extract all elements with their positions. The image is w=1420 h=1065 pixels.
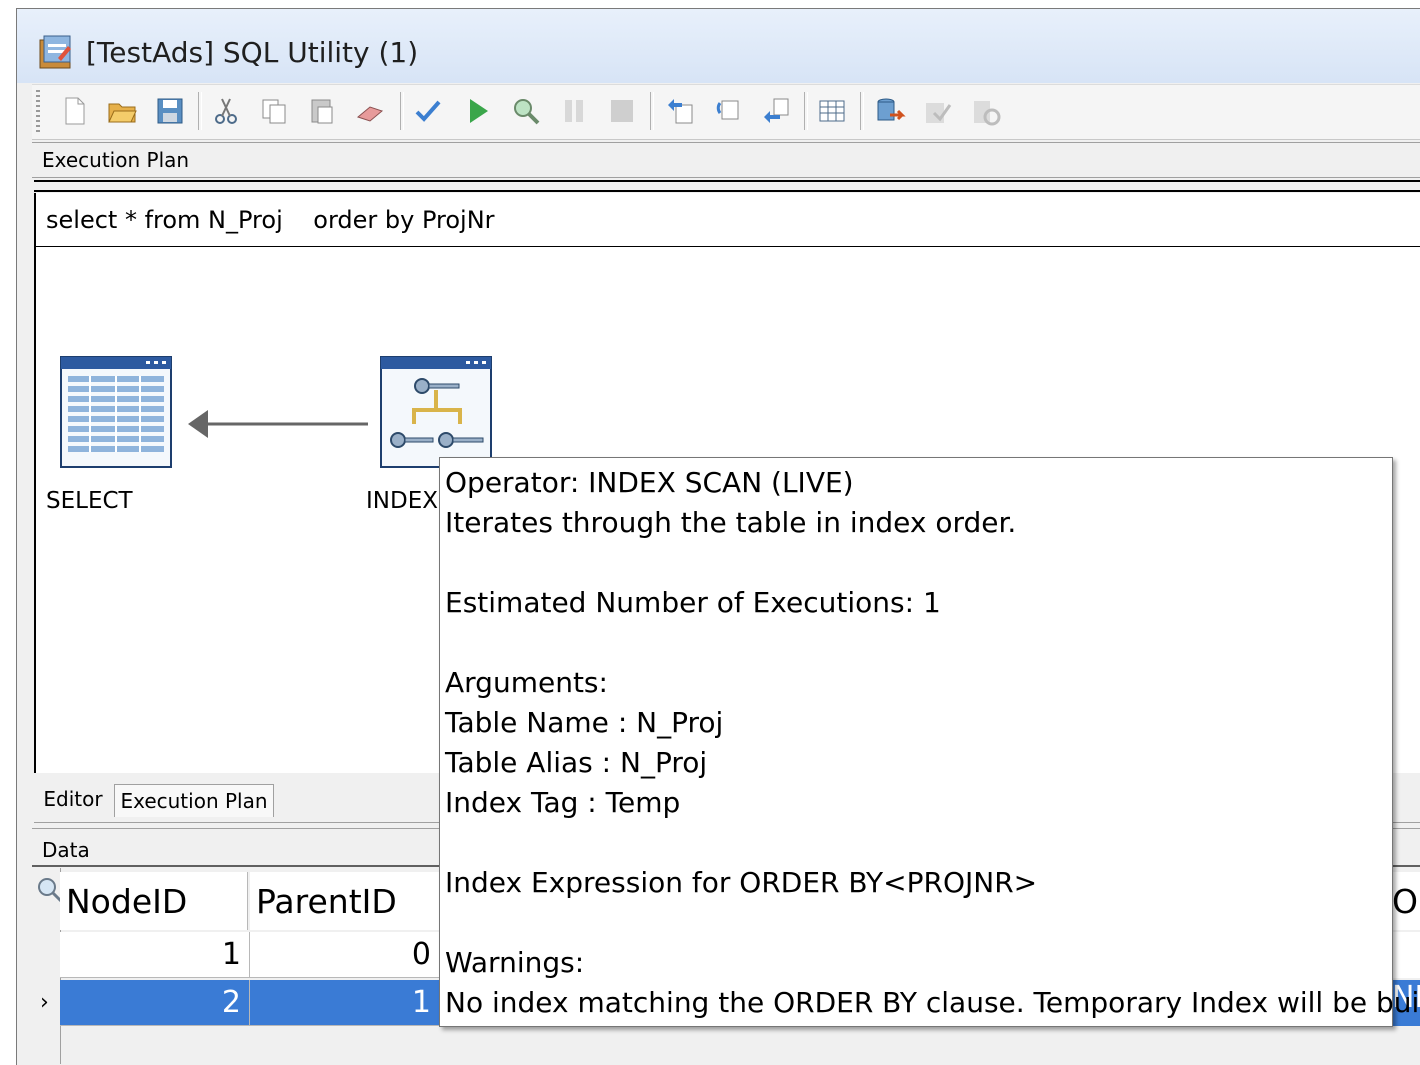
app-icon bbox=[38, 32, 74, 70]
desktop-edge bbox=[0, 0, 16, 1064]
cut-icon[interactable] bbox=[208, 93, 244, 129]
tooltip-executions: Estimated Number of Executions: 1 bbox=[445, 586, 941, 619]
explain-plan-icon[interactable] bbox=[508, 93, 544, 129]
paste-icon[interactable] bbox=[304, 93, 340, 129]
verify-check-icon[interactable] bbox=[410, 93, 446, 129]
tooltip-operator: Operator: INDEX SCAN (LIVE) bbox=[445, 466, 854, 499]
plan-panel-header bbox=[32, 142, 1420, 178]
tooltip-warning-text: No index matching the ORDER BY clause. T… bbox=[445, 986, 1420, 1019]
data-panel-title: Data bbox=[42, 838, 90, 862]
tooltip-table-alias: Table Alias : N_Proj bbox=[445, 746, 708, 779]
tab-editor[interactable]: Editor bbox=[36, 782, 110, 816]
plan-flow-arrow bbox=[188, 410, 368, 438]
toolbar-separator bbox=[198, 92, 202, 130]
eraser-icon[interactable] bbox=[352, 93, 388, 129]
select-node-icon[interactable] bbox=[60, 356, 172, 468]
divider bbox=[34, 180, 1420, 182]
pause-icon[interactable] bbox=[556, 93, 592, 129]
column-header-nodeid[interactable]: NodeID bbox=[60, 872, 248, 930]
copy-icon[interactable] bbox=[256, 93, 292, 129]
save-icon[interactable] bbox=[152, 93, 188, 129]
tooltip-index-expression: Index Expression for ORDER BY<PROJNR> bbox=[445, 866, 1038, 899]
table-cell-selected[interactable]: 1 bbox=[250, 980, 440, 1026]
export-table-icon[interactable] bbox=[872, 93, 908, 129]
column-header-op[interactable]: Op bbox=[1392, 872, 1420, 930]
tab-execution-plan[interactable]: Execution Plan bbox=[114, 784, 274, 817]
current-row-indicator: › bbox=[40, 990, 49, 1015]
stop-icon[interactable] bbox=[604, 93, 640, 129]
tooltip-table-name: Table Name : N_Proj bbox=[445, 706, 724, 739]
toolbar-separator bbox=[860, 92, 864, 130]
tooltip-warnings-heading: Warnings: bbox=[445, 946, 585, 979]
grid-options-icon[interactable] bbox=[814, 93, 850, 129]
sql-statement: select * from N_Proj order by ProjNr bbox=[46, 206, 495, 234]
run-icon[interactable] bbox=[460, 93, 496, 129]
select-node-label: SELECT bbox=[46, 488, 133, 514]
divider bbox=[34, 190, 1420, 192]
new-file-icon[interactable] bbox=[56, 93, 92, 129]
tooltip-index-tag: Index Tag : Temp bbox=[445, 786, 681, 819]
plan-panel-title: Execution Plan bbox=[42, 148, 190, 172]
undo-icon[interactable] bbox=[662, 93, 698, 129]
tooltip-description: Iterates through the table in index orde… bbox=[445, 506, 1017, 539]
tooltip-arguments-heading: Arguments: bbox=[445, 666, 608, 699]
window-title: [TestAds] SQL Utility (1) bbox=[86, 36, 419, 69]
toolbar-separator bbox=[400, 92, 404, 130]
toolbar-grip[interactable] bbox=[36, 90, 40, 132]
column-header-parentid[interactable]: ParentID bbox=[250, 872, 440, 930]
index-node-label: INDEX bbox=[366, 488, 438, 514]
redo-icon[interactable] bbox=[710, 93, 746, 129]
commit-icon[interactable] bbox=[920, 93, 956, 129]
table-cell[interactable]: 0 bbox=[250, 932, 440, 978]
table-cell-selected[interactable]: 2 bbox=[60, 980, 250, 1026]
index-scan-node-icon[interactable] bbox=[380, 356, 492, 468]
operator-tooltip bbox=[439, 457, 1393, 1027]
open-folder-icon[interactable] bbox=[104, 93, 140, 129]
divider bbox=[36, 246, 1420, 247]
transaction-icon[interactable] bbox=[758, 93, 794, 129]
toolbar-separator bbox=[650, 92, 654, 130]
table-cell[interactable] bbox=[1392, 932, 1420, 978]
toolbar-separator bbox=[804, 92, 808, 130]
table-cell[interactable]: 1 bbox=[60, 932, 250, 978]
rollback-icon[interactable] bbox=[968, 93, 1004, 129]
